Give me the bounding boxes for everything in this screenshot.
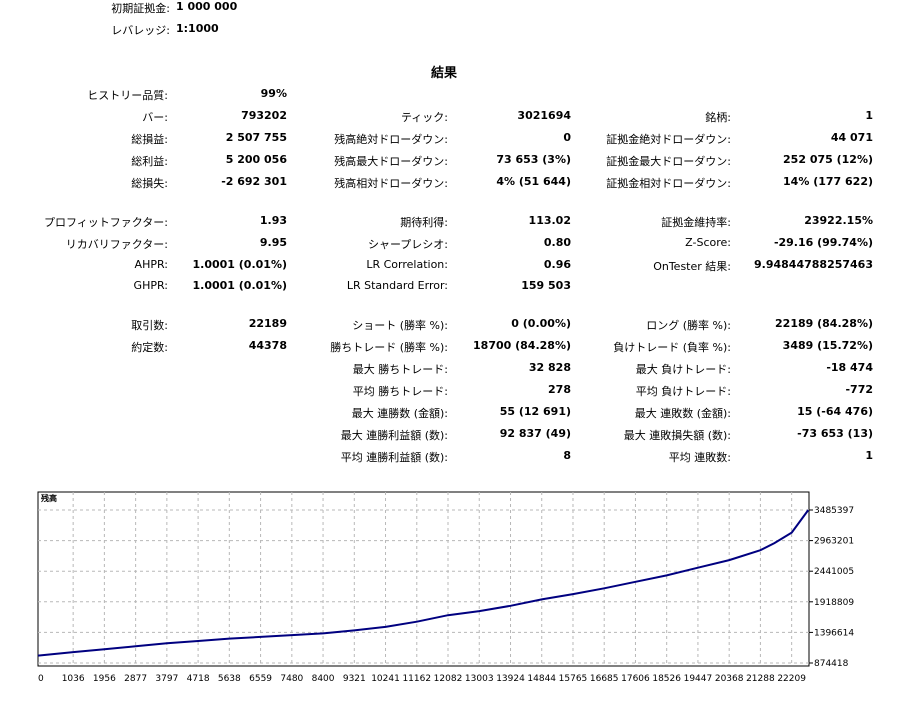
y-tick-label: 2963201 bbox=[814, 537, 854, 547]
x-tick-label: 14844 bbox=[527, 674, 556, 684]
col3-value-5: -29.16 (99.74%) bbox=[773, 236, 873, 249]
x-tick-label: 5638 bbox=[218, 674, 241, 684]
col3-value-11: 15 (-64 476) bbox=[797, 405, 873, 418]
col3-value-1: 44 071 bbox=[830, 131, 873, 144]
x-tick-label: 1956 bbox=[93, 674, 116, 684]
x-tick-label: 21288 bbox=[746, 674, 775, 684]
y-tick-label: 3485397 bbox=[814, 506, 854, 516]
results-title: 結果 bbox=[430, 66, 457, 81]
x-tick-label: 22209 bbox=[777, 674, 806, 684]
y-tick-label: 1918809 bbox=[814, 598, 854, 608]
x-tick-label: 13924 bbox=[496, 674, 525, 684]
x-tick-label: 19447 bbox=[684, 674, 713, 684]
x-tick-label: 10241 bbox=[371, 674, 400, 684]
x-tick-label: 4718 bbox=[187, 674, 210, 684]
leverage-value: 1:1000 bbox=[176, 22, 219, 35]
x-tick-label: 3797 bbox=[155, 674, 178, 684]
x-tick-label: 2877 bbox=[124, 674, 147, 684]
col3-value-10: -772 bbox=[845, 383, 873, 396]
chart-title: 残高 bbox=[41, 493, 57, 503]
x-tick-label: 13003 bbox=[465, 674, 494, 684]
y-tick-label: 2441005 bbox=[814, 567, 854, 577]
x-tick-label: 16685 bbox=[590, 674, 619, 684]
y-tick-label: 1396614 bbox=[814, 628, 854, 638]
y-tick-label: 874418 bbox=[814, 659, 849, 669]
x-tick-label: 9321 bbox=[343, 674, 366, 684]
col3-value-13: 1 bbox=[865, 449, 873, 462]
col3-value-2: 252 075 (12%) bbox=[783, 153, 873, 166]
leverage-label: レバレッジ: bbox=[111, 24, 170, 37]
x-tick-label: 6559 bbox=[249, 674, 272, 684]
col3-value-4: 23922.15% bbox=[804, 214, 873, 227]
x-tick-label: 15765 bbox=[559, 674, 588, 684]
x-tick-label: 17606 bbox=[621, 674, 650, 684]
col3-value-9: -18 474 bbox=[826, 361, 873, 374]
x-tick-label: 18526 bbox=[652, 674, 681, 684]
col2-value-7: 159 503 bbox=[521, 279, 571, 292]
x-tick-label: 7480 bbox=[280, 674, 303, 684]
x-tick-label: 12082 bbox=[434, 674, 463, 684]
initial-deposit-value: 1 000 000 bbox=[176, 0, 238, 13]
col3-value-7: 22189 (84.28%) bbox=[775, 317, 873, 330]
x-tick-label: 11162 bbox=[402, 674, 431, 684]
x-tick-label: 8400 bbox=[312, 674, 335, 684]
x-tick-label: 1036 bbox=[62, 674, 85, 684]
col3-value-3: 14% (177 622) bbox=[783, 175, 873, 188]
balance-chart: 0 1036 1956 2877 3797 4718 5638 6559 7480 8400 932… bbox=[0, 488, 905, 710]
col3-value-0: 1 bbox=[865, 109, 873, 122]
x-tick-label: 20368 bbox=[715, 674, 744, 684]
chart-frame bbox=[37, 491, 810, 667]
initial-deposit-label: 初期証拠金: bbox=[111, 2, 170, 15]
col3-value-6: 9.94844788257463 bbox=[754, 258, 873, 271]
x-tick-label: 0 bbox=[38, 674, 44, 684]
col3-value-12: -73 653 (13) bbox=[797, 427, 873, 440]
col1-value-0: 99% bbox=[260, 87, 287, 100]
col3-value-8: 3489 (15.72%) bbox=[782, 339, 873, 352]
